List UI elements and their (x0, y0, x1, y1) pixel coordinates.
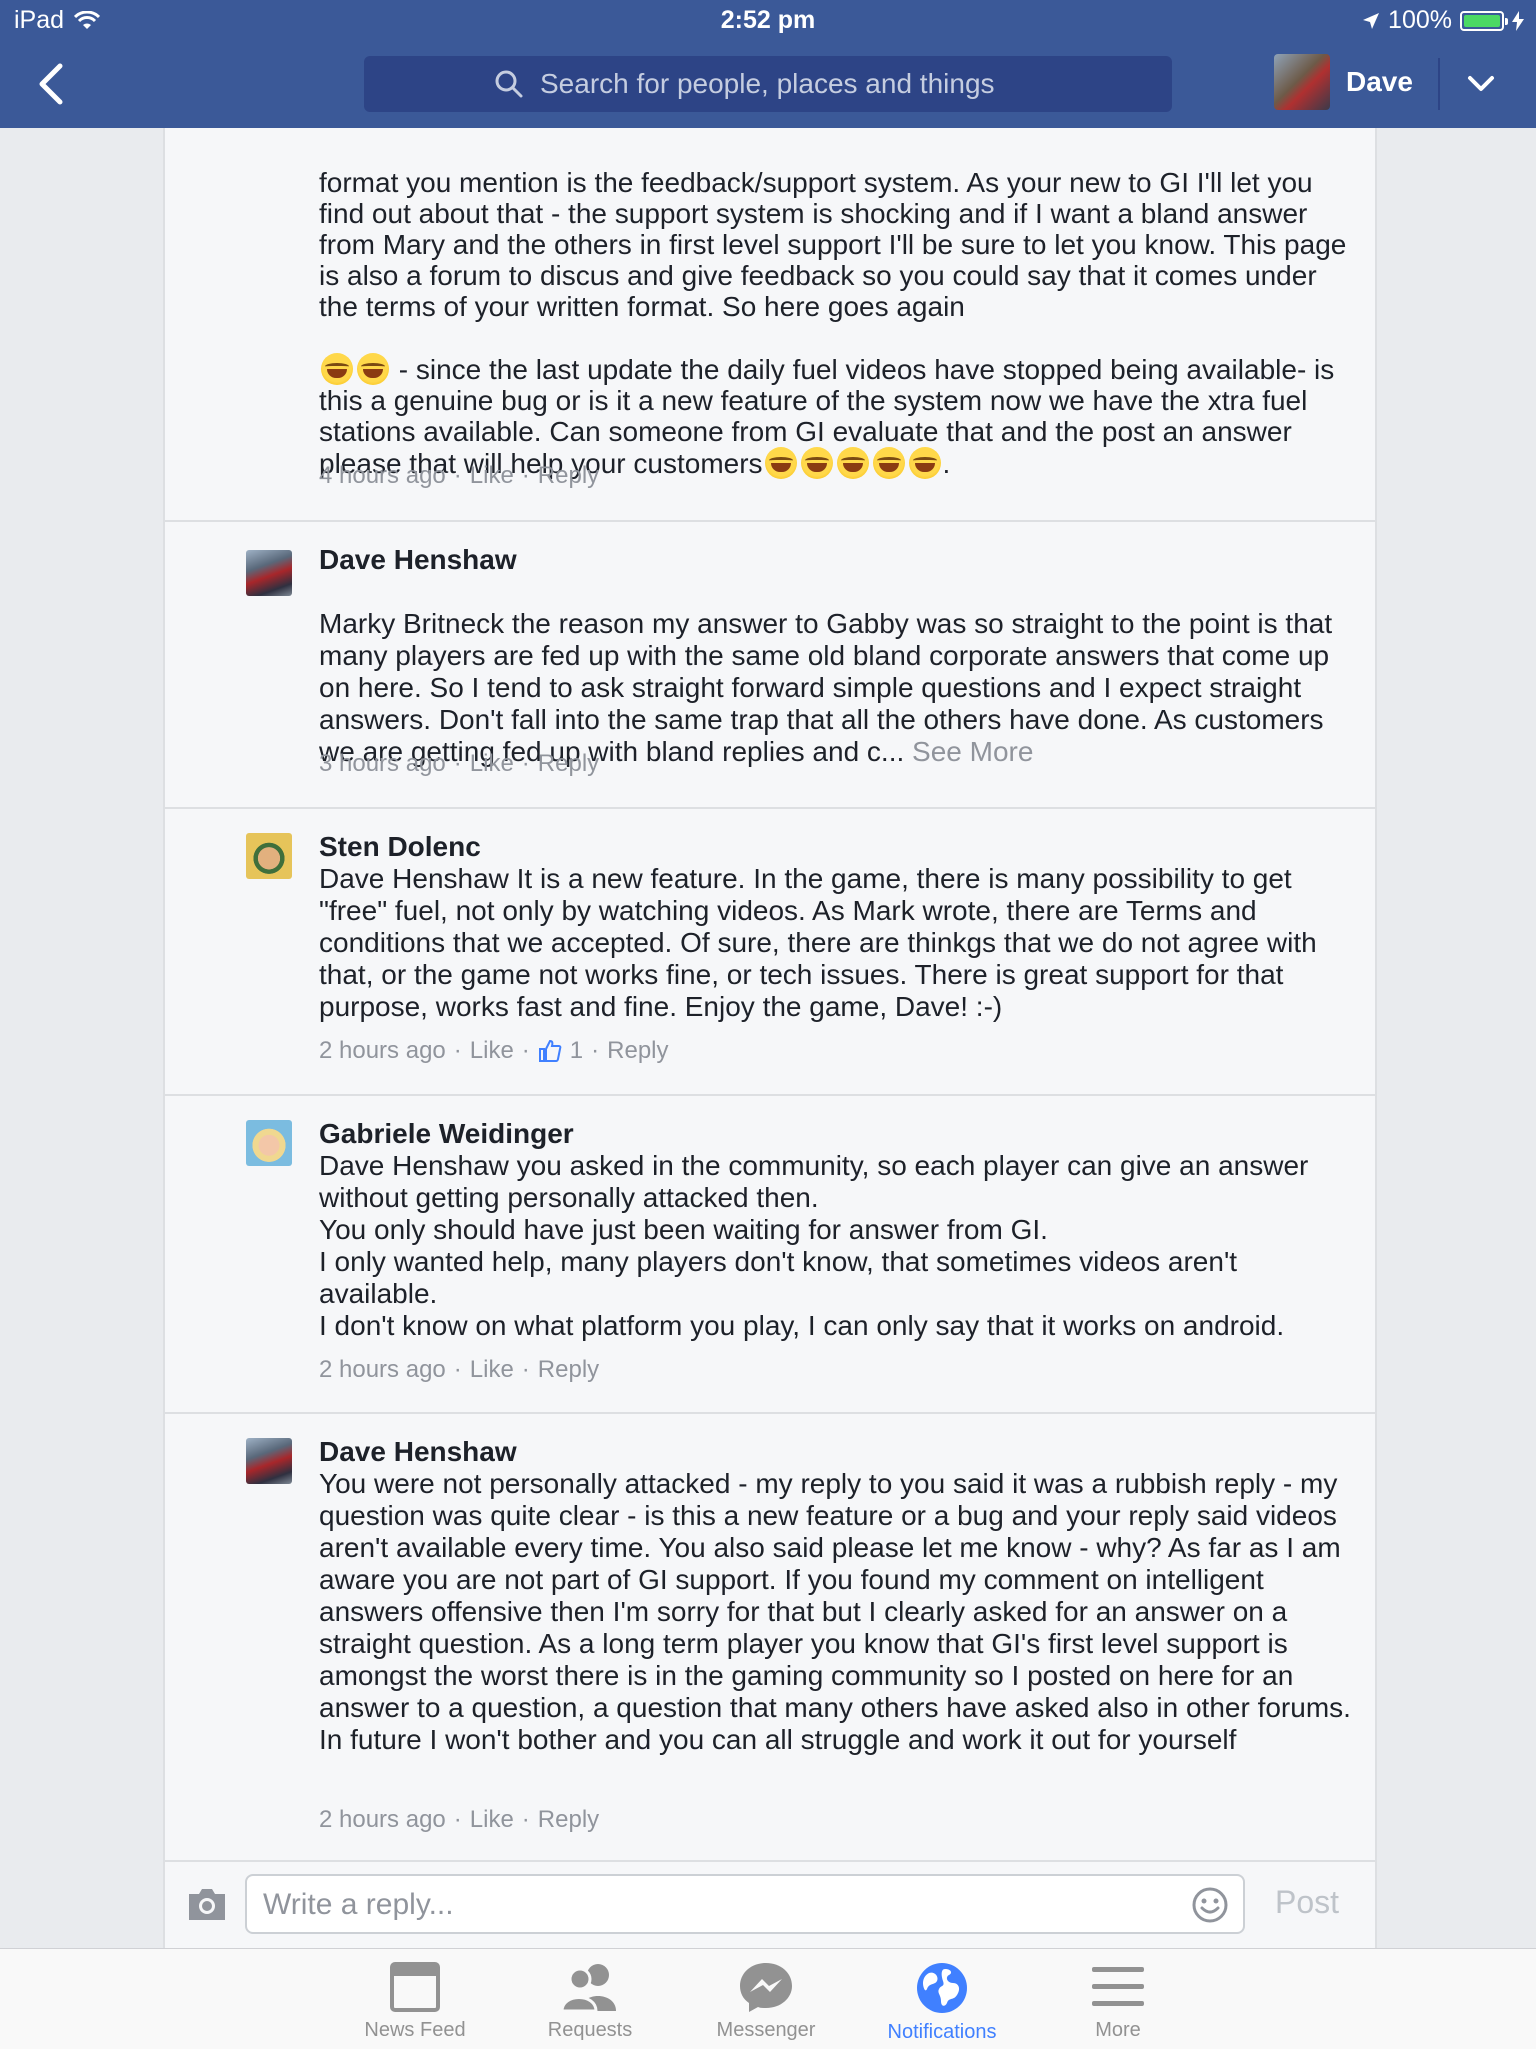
tab-label: News Feed (364, 2019, 466, 2041)
reply-input[interactable] (261, 1884, 1165, 1926)
tab-label: Messenger (716, 2019, 816, 2041)
comment-author[interactable]: Dave Henshaw (319, 544, 517, 576)
comment-meta: 2 hours ago · Like · 1 · Reply (319, 1037, 669, 1065)
tab-more[interactable]: More (1038, 1961, 1198, 2042)
laughing-emoji-icon (357, 353, 389, 385)
laughing-emoji-icon (836, 447, 869, 479)
comment-text: Dave Henshaw It is a new feature. In the… (319, 863, 1317, 1022)
laughing-emoji-icon (908, 447, 941, 479)
reply-field[interactable] (245, 1874, 1245, 1934)
avatar[interactable] (246, 1120, 292, 1166)
tab-bar: News Feed Requests Messenger Notificatio… (0, 1948, 1536, 2049)
battery-icon (1460, 10, 1508, 31)
nav-bar: Dave (0, 40, 1536, 128)
location-arrow-icon (1363, 12, 1380, 29)
comment: Gabriele Weidinger Dave Henshaw you aske… (165, 1094, 1375, 1414)
tab-requests[interactable]: Requests (510, 1961, 670, 2042)
status-bar: iPad 2:52 pm 100% (0, 0, 1536, 40)
reply-link[interactable]: Reply (538, 1356, 599, 1384)
comment-author[interactable]: Sten Dolenc (319, 831, 481, 863)
comment-author[interactable]: Dave Henshaw (319, 1436, 517, 1468)
laughing-emoji-icon (872, 447, 905, 479)
comment: Dave Henshaw You were not personally att… (165, 1412, 1375, 1860)
like-link[interactable]: Like (470, 462, 514, 490)
reply-composer: Post (163, 1860, 1377, 1950)
like-link[interactable]: Like (470, 750, 514, 778)
avatar[interactable] (246, 1438, 292, 1484)
friend-requests-icon (560, 1964, 616, 2013)
tab-label: Notifications (887, 2021, 997, 2043)
comment-meta: 3 hours ago · Like · Reply (319, 750, 600, 778)
comment-time: 4 hours ago (319, 462, 446, 489)
messenger-icon (740, 1963, 792, 2012)
comment-thread: format you mention is the feedback/suppo… (163, 128, 1377, 1860)
comment-text: Dave Henshaw you asked in the community,… (319, 1150, 1309, 1341)
reply-link[interactable]: Reply (538, 750, 599, 778)
comment-time: 2 hours ago (319, 1037, 446, 1064)
battery-percent: 100% (1388, 6, 1452, 34)
comment: Sten Dolenc Dave Henshaw It is a new fea… (165, 807, 1375, 1096)
comment: format you mention is the feedback/suppo… (165, 128, 1375, 522)
comment-meta: 4 hours ago · Like · Reply (319, 462, 600, 490)
search-input[interactable] (538, 67, 1042, 101)
reply-link[interactable]: Reply (538, 462, 599, 490)
avatar[interactable] (246, 833, 292, 879)
profile-name: Dave (1346, 66, 1413, 97)
reply-link[interactable]: Reply (538, 1806, 599, 1834)
globe-icon (917, 1963, 967, 2013)
search-icon (495, 70, 523, 98)
tab-notifications[interactable]: Notifications (862, 1961, 1022, 2044)
see-more-link[interactable]: See More (912, 736, 1033, 767)
smiley-icon[interactable] (1191, 1886, 1229, 1924)
comment-text: Marky Britneck the reason my answer to G… (319, 608, 1333, 767)
laughing-emoji-icon (800, 447, 833, 479)
comment-text: format you mention is the feedback/suppo… (319, 167, 1347, 479)
charging-bolt-icon (1512, 10, 1524, 31)
like-count: 1 (569, 1037, 584, 1064)
comment: Dave Henshaw Marky Britneck the reason m… (165, 520, 1375, 809)
laughing-emoji-icon (321, 353, 353, 385)
thumbs-up-icon (538, 1039, 562, 1062)
camera-icon[interactable] (185, 1884, 229, 1924)
comment-time: 2 hours ago (319, 1356, 446, 1383)
tab-label: More (1095, 2019, 1141, 2041)
laughing-emoji-icon (764, 447, 797, 479)
back-button[interactable] (30, 60, 74, 108)
chevron-down-icon[interactable] (1464, 70, 1498, 98)
profile-button[interactable]: Dave (1274, 54, 1413, 110)
post-button[interactable]: Post (1275, 1884, 1339, 1921)
avatar[interactable] (246, 550, 292, 596)
like-link[interactable]: Like (470, 1037, 514, 1065)
comment-time: 3 hours ago (319, 750, 446, 777)
comment-meta: 2 hours ago · Like · Reply (319, 1356, 600, 1384)
like-link[interactable]: Like (470, 1806, 514, 1834)
tab-messenger[interactable]: Messenger (686, 1961, 846, 2042)
comment-text: You were not personally attacked - my re… (319, 1468, 1351, 1755)
tab-label: Requests (547, 2019, 633, 2041)
reply-link[interactable]: Reply (607, 1037, 668, 1065)
tab-news-feed[interactable]: News Feed (335, 1961, 495, 2042)
news-feed-icon (390, 1962, 440, 2012)
search-bar[interactable] (364, 56, 1172, 112)
avatar (1274, 54, 1330, 110)
like-link[interactable]: Like (470, 1356, 514, 1384)
nav-divider (1438, 58, 1440, 110)
comment-time: 2 hours ago (319, 1806, 446, 1833)
menu-icon (1092, 1967, 1144, 2006)
comment-author[interactable]: Gabriele Weidinger (319, 1118, 574, 1150)
clock: 2:52 pm (720, 6, 816, 34)
comment-meta: 2 hours ago · Like · Reply (319, 1806, 600, 1834)
